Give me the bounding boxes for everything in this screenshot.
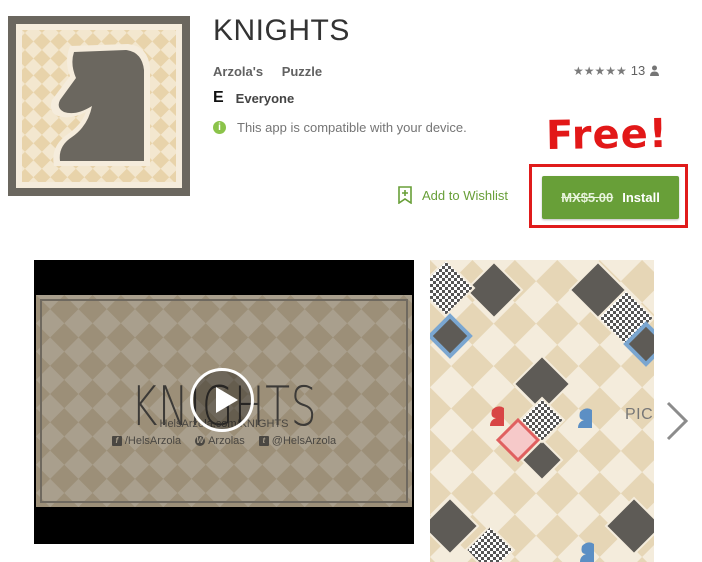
info-icon: i: [213, 121, 226, 134]
wishlist-label: Add to Wishlist: [422, 187, 508, 203]
app-icon: [8, 16, 190, 196]
video-social-links: f/HelsArzola W Arzolas t @HelsArzola: [36, 435, 412, 447]
twitter-icon: t: [258, 436, 269, 446]
free-annotation: Free!: [545, 110, 669, 160]
content-rating-label: Everyone: [235, 90, 295, 106]
facebook-icon: f: [111, 436, 122, 446]
screenshot-caption: PICK I: [625, 406, 654, 423]
app-meta: Arzola's Puzzle: [213, 64, 334, 79]
person-icon: [650, 65, 660, 76]
twitter-handle: @HelsArzola: [271, 435, 337, 447]
trailer-video[interactable]: KNIGHTS HelsArzola.com/KNIGHTS f/HelsArz…: [34, 260, 414, 544]
esrb-everyone-icon: E: [213, 89, 224, 106]
compatibility-notice: i This app is compatible with your devic…: [213, 120, 467, 135]
old-price: MX$5.00: [561, 190, 614, 205]
star-rating-icon: ★★★★★: [573, 63, 627, 78]
add-to-wishlist-button[interactable]: Add to Wishlist: [398, 186, 508, 204]
install-label: Install: [622, 190, 660, 205]
chevron-right-icon[interactable]: [664, 400, 690, 442]
content-rating: E Everyone: [213, 90, 294, 106]
wordpress-handle: Arzolas: [208, 435, 245, 447]
install-button[interactable]: MX$5.00 Install: [542, 176, 679, 219]
play-icon[interactable]: [190, 368, 254, 432]
wordpress-icon: W: [195, 436, 206, 446]
app-title: KNIGHTS: [213, 14, 350, 47]
rating-count: 13: [630, 63, 646, 78]
facebook-handle: /HelsArzola: [124, 435, 182, 447]
bookmark-plus-icon: [398, 186, 412, 204]
category-link[interactable]: Puzzle: [282, 64, 322, 79]
developer-link[interactable]: Arzola's: [213, 64, 263, 79]
rating-summary: ★★★★★ 13: [573, 63, 660, 78]
game-screenshot[interactable]: PICK I: [430, 260, 654, 562]
compatibility-text: This app is compatible with your device.: [237, 120, 467, 135]
